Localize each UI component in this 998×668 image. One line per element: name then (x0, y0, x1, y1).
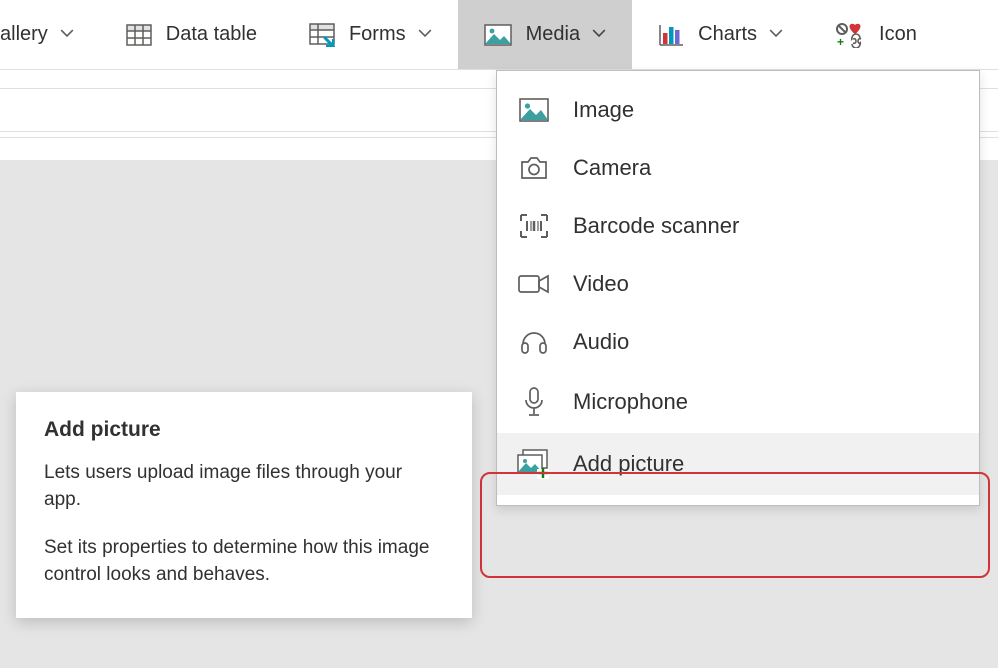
camera-icon (517, 156, 551, 180)
help-tooltip: Add picture Lets users upload image file… (16, 392, 472, 618)
menu-item-camera[interactable]: Camera (497, 139, 979, 197)
ribbon-gallery[interactable]: allery (0, 0, 100, 69)
menu-item-barcode-label: Barcode scanner (573, 213, 739, 239)
ribbon-charts[interactable]: Charts (632, 0, 809, 69)
menu-item-add-picture[interactable]: Add picture (497, 433, 979, 495)
add-picture-icon (517, 449, 551, 479)
help-title: Add picture (44, 418, 444, 442)
icons-icon: + (835, 22, 865, 48)
ribbon-data-table-label: Data table (166, 23, 257, 46)
menu-item-image[interactable]: Image (497, 81, 979, 139)
media-icon (484, 24, 512, 46)
help-body-1: Lets users upload image files through yo… (44, 460, 444, 513)
ribbon-forms-label: Forms (349, 23, 406, 46)
ribbon-charts-label: Charts (698, 23, 757, 46)
data-table-icon (126, 24, 152, 46)
image-icon (517, 98, 551, 122)
chevron-down-icon (60, 23, 74, 46)
chevron-down-icon (418, 23, 432, 46)
menu-item-audio[interactable]: Audio (497, 313, 979, 371)
menu-item-video-label: Video (573, 271, 629, 297)
ribbon-icons[interactable]: + Icon (809, 0, 917, 69)
media-dropdown: Image Camera Barcode scanner (496, 70, 980, 506)
audio-icon (517, 329, 551, 355)
chevron-down-icon (769, 23, 783, 46)
menu-item-camera-label: Camera (573, 155, 651, 181)
barcode-icon (517, 213, 551, 239)
menu-item-image-label: Image (573, 97, 634, 123)
menu-item-microphone[interactable]: Microphone (497, 371, 979, 433)
menu-item-video[interactable]: Video (497, 255, 979, 313)
chevron-down-icon (592, 23, 606, 46)
menu-item-add-picture-label: Add picture (573, 451, 684, 477)
svg-text:+: + (837, 35, 844, 48)
ribbon-forms[interactable]: Forms (283, 0, 458, 69)
video-icon (517, 273, 551, 295)
microphone-icon (517, 387, 551, 417)
ribbon-gallery-label: allery (0, 23, 48, 46)
help-body-2: Set its properties to determine how this… (44, 535, 444, 588)
menu-item-barcode[interactable]: Barcode scanner (497, 197, 979, 255)
ribbon-icons-label: Icon (879, 23, 917, 46)
ribbon-data-table[interactable]: Data table (100, 0, 283, 69)
charts-icon (658, 23, 684, 47)
ribbon-bar: allery Data table (0, 0, 998, 70)
forms-icon (309, 23, 335, 47)
menu-item-audio-label: Audio (573, 329, 629, 355)
menu-item-microphone-label: Microphone (573, 389, 688, 415)
ribbon-media-label: Media (526, 23, 580, 46)
ribbon-media[interactable]: Media (458, 0, 632, 69)
